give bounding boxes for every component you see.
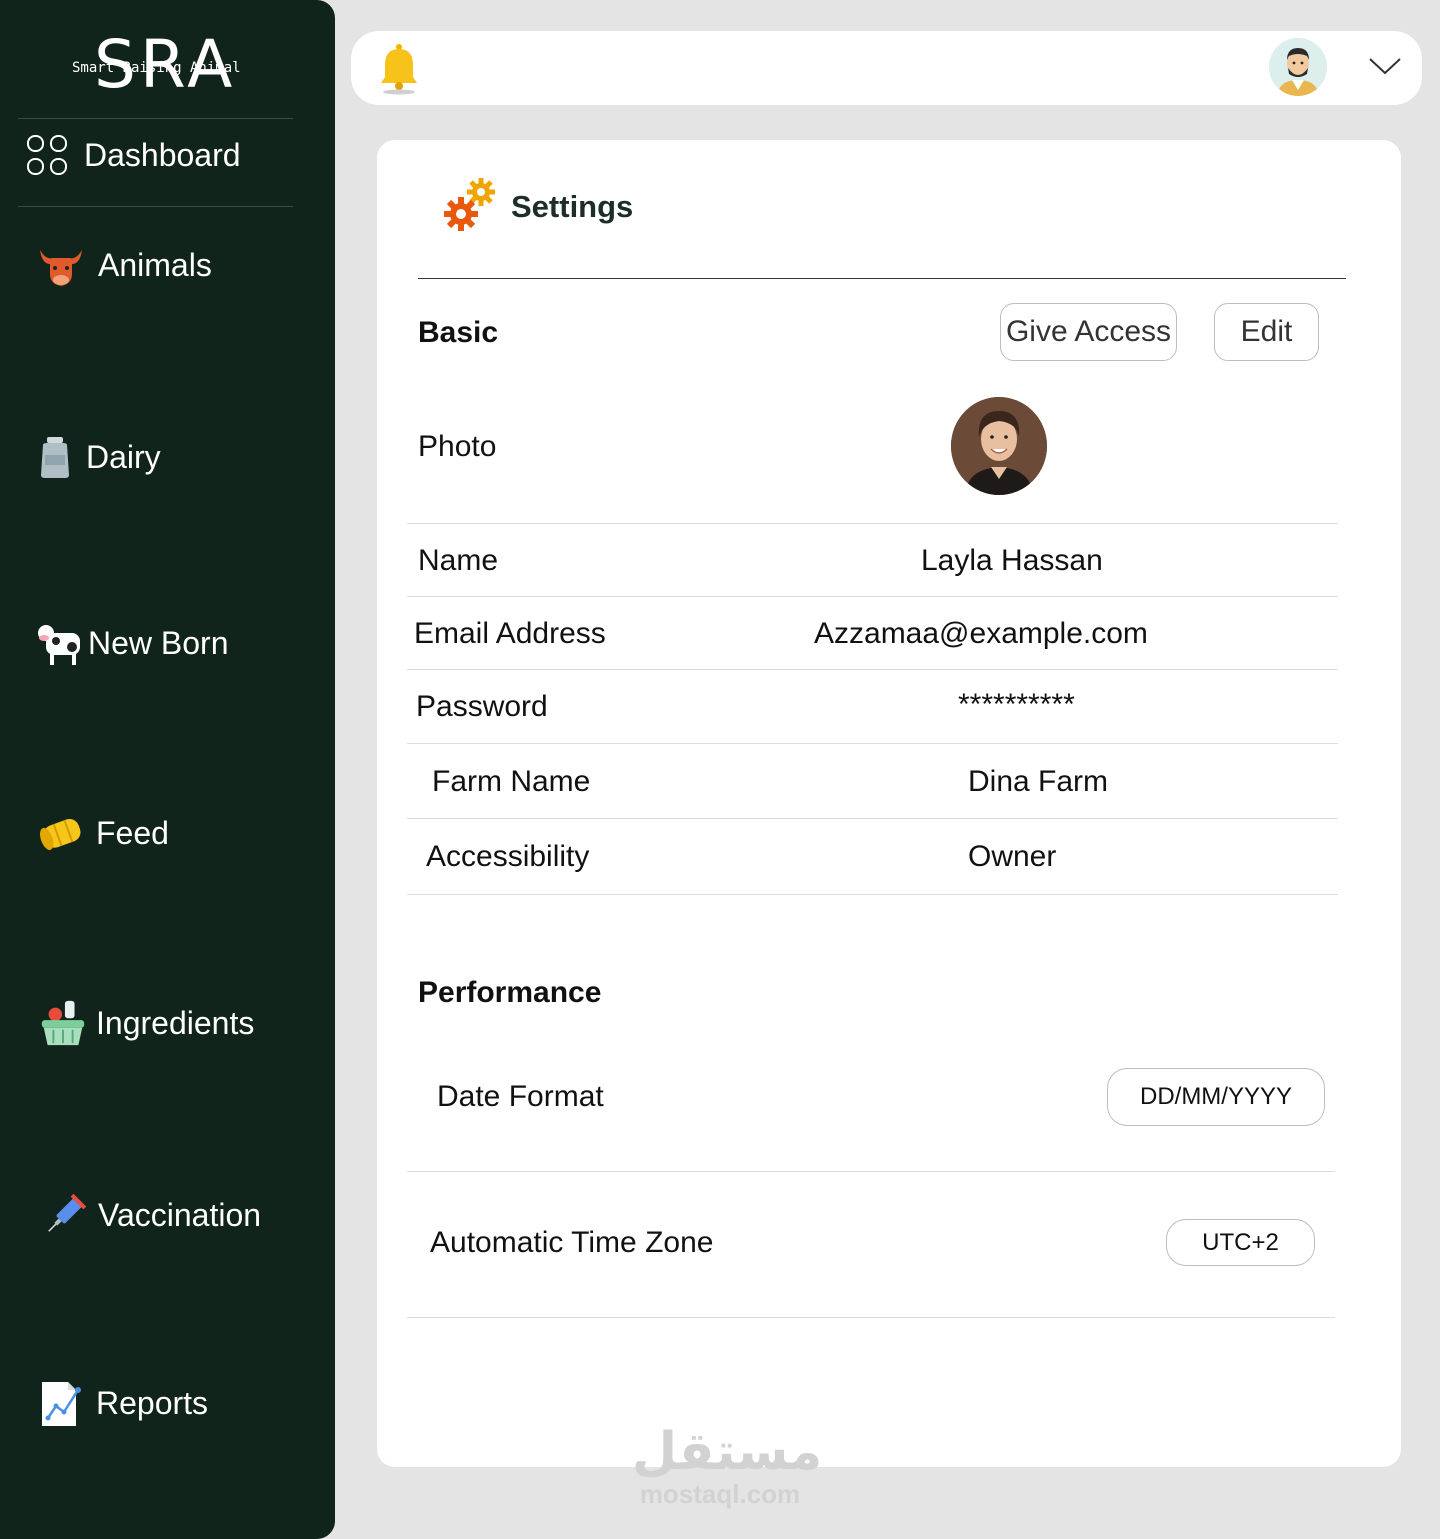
sidebar-item-label: Feed bbox=[96, 814, 169, 851]
bull-head-icon bbox=[36, 240, 86, 290]
sidebar-item-reports[interactable]: Reports bbox=[38, 1378, 208, 1428]
report-chart-icon bbox=[38, 1378, 88, 1428]
row-divider bbox=[407, 523, 1338, 524]
chevron-down-icon[interactable] bbox=[1367, 51, 1403, 81]
row-divider bbox=[407, 596, 1338, 597]
hay-bale-icon bbox=[38, 808, 88, 858]
section-title-basic: Basic bbox=[418, 316, 499, 349]
sidebar-item-animals[interactable]: Animals bbox=[36, 240, 212, 290]
watermark-latin: mostaql.com bbox=[639, 1479, 801, 1509]
page-title: Settings bbox=[511, 188, 634, 224]
accessibility-value: Owner bbox=[968, 840, 1057, 873]
edit-button[interactable]: Edit bbox=[1214, 303, 1319, 361]
name-label: Name bbox=[418, 544, 499, 577]
row-divider bbox=[407, 894, 1338, 895]
row-divider bbox=[407, 743, 1338, 744]
sidebar-item-dashboard[interactable]: Dashboard bbox=[22, 130, 241, 180]
sidebar-item-label: Reports bbox=[96, 1384, 209, 1421]
row-divider bbox=[407, 669, 1338, 670]
password-label: Password bbox=[416, 690, 548, 723]
accessibility-label: Accessibility bbox=[426, 840, 590, 873]
syringe-icon bbox=[40, 1190, 90, 1240]
sidebar-item-dairy[interactable]: Dairy bbox=[36, 432, 161, 482]
ingredients-basket-icon bbox=[38, 998, 88, 1048]
sidebar-item-feed[interactable]: Feed bbox=[38, 808, 169, 858]
row-divider bbox=[407, 1317, 1335, 1318]
password-value: ********** bbox=[958, 688, 1075, 721]
date-format-select[interactable]: DD/MM/YYYY bbox=[1107, 1068, 1325, 1126]
cow-icon bbox=[36, 618, 86, 668]
settings-header: Settings bbox=[443, 174, 633, 239]
row-divider bbox=[407, 818, 1338, 819]
watermark-arabic: مستقل bbox=[632, 1422, 823, 1482]
profile-photo[interactable] bbox=[951, 397, 1047, 495]
email-value: Azzamaa@example.com bbox=[814, 617, 1148, 650]
sidebar-item-label: Dashboard bbox=[84, 136, 241, 173]
sidebar-item-label: Vaccination bbox=[98, 1196, 262, 1233]
sidebar-divider bbox=[18, 118, 293, 119]
email-label: Email Address bbox=[414, 617, 606, 650]
user-avatar-icon[interactable] bbox=[1269, 38, 1327, 96]
brand-logo[interactable]: SRA Smart Raising Animal bbox=[70, 30, 270, 100]
sidebar-item-new-born[interactable]: New Born bbox=[36, 618, 229, 668]
photo-label: Photo bbox=[418, 430, 497, 463]
sidebar-item-label: Ingredients bbox=[96, 1004, 255, 1041]
row-divider bbox=[407, 1171, 1335, 1172]
section-title-performance: Performance bbox=[418, 976, 602, 1009]
time-zone-select[interactable]: UTC+2 bbox=[1166, 1219, 1315, 1266]
bell-icon[interactable] bbox=[377, 41, 421, 95]
sidebar-item-vaccination[interactable]: Vaccination bbox=[40, 1190, 261, 1240]
logo-subtitle: Smart Raising Animal bbox=[72, 60, 241, 76]
time-zone-label: Automatic Time Zone bbox=[430, 1226, 714, 1259]
sidebar-item-label: Dairy bbox=[86, 438, 161, 475]
settings-card: Settings Basic Give Access Edit Photo Na… bbox=[377, 140, 1401, 1467]
top-bar bbox=[351, 31, 1422, 105]
header-divider bbox=[418, 278, 1346, 279]
gears-icon bbox=[443, 174, 499, 239]
milk-can-icon bbox=[36, 432, 74, 482]
sidebar-divider bbox=[18, 206, 293, 207]
sidebar-item-label: New Born bbox=[88, 624, 229, 661]
dashboard-grid-icon bbox=[22, 130, 72, 180]
give-access-button[interactable]: Give Access bbox=[1000, 303, 1177, 361]
farm-name-value: Dina Farm bbox=[968, 765, 1109, 798]
sidebar: SRA Smart Raising Animal Dashboard Anima… bbox=[0, 0, 335, 1539]
watermark: مستقل mostaql.com bbox=[632, 1422, 823, 1509]
farm-name-label: Farm Name bbox=[432, 765, 591, 798]
date-format-label: Date Format bbox=[437, 1080, 604, 1113]
sidebar-item-ingredients[interactable]: Ingredients bbox=[38, 998, 254, 1048]
sidebar-item-label: Animals bbox=[98, 246, 212, 283]
name-value: Layla Hassan bbox=[921, 544, 1103, 577]
